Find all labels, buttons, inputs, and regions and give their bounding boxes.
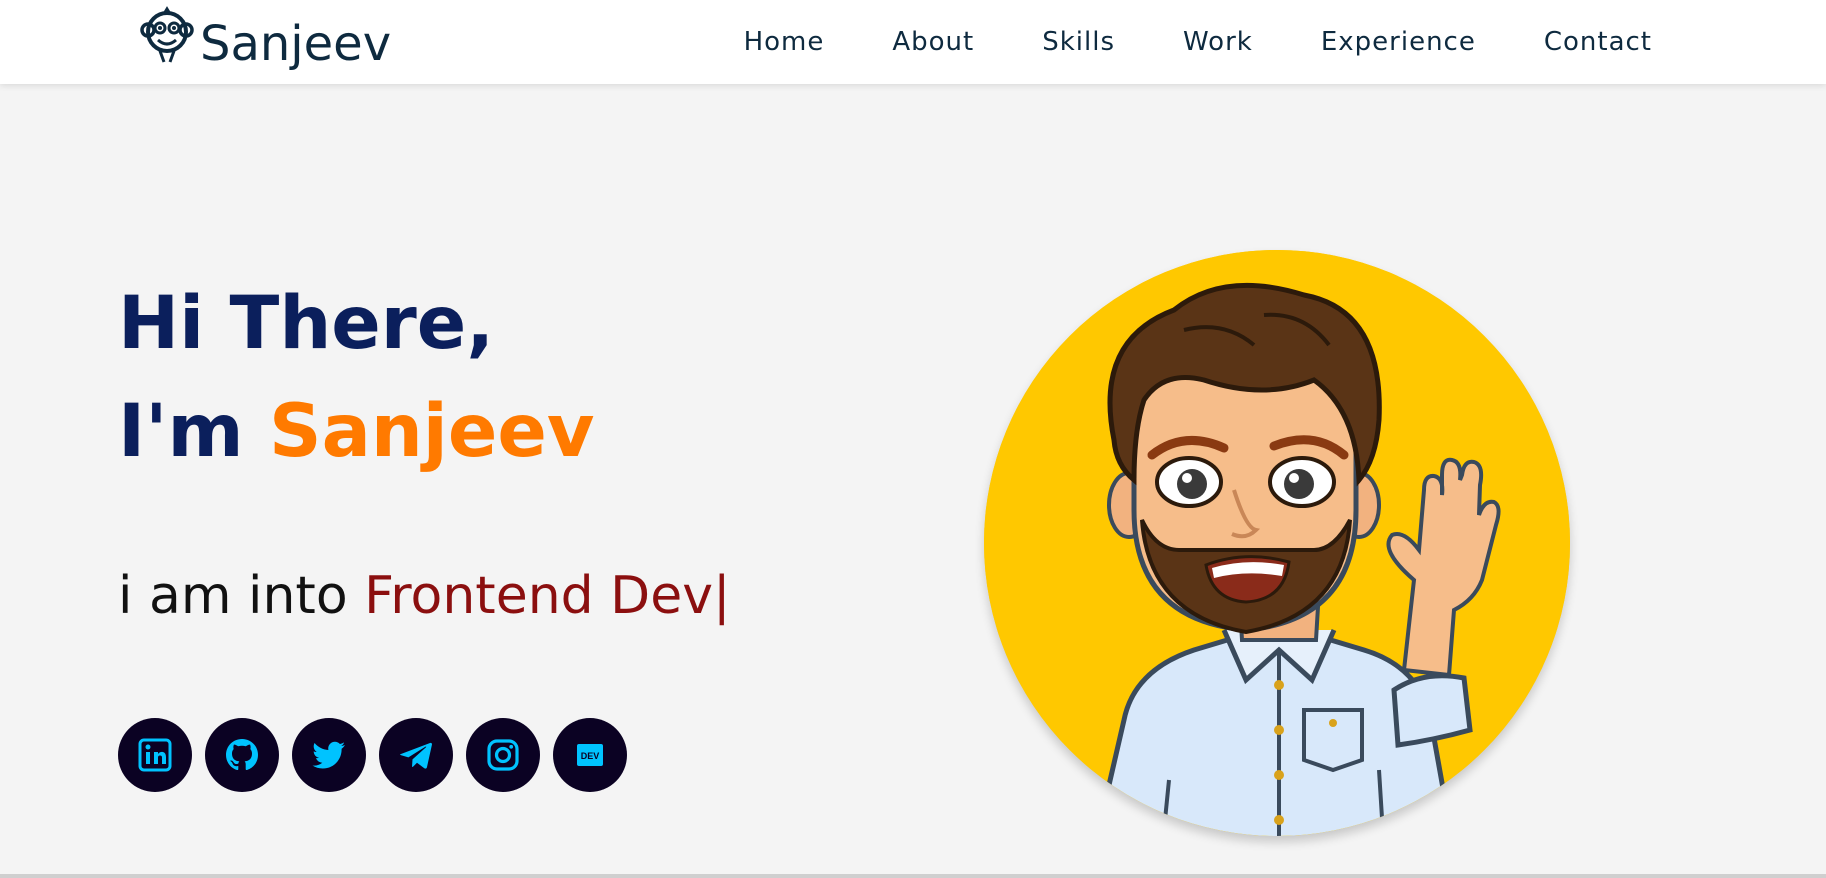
avatar-illustration <box>984 250 1570 836</box>
typing-prefix: i am into <box>118 566 365 626</box>
nav-work[interactable]: Work <box>1183 0 1253 84</box>
dev-icon-text: DEV <box>581 751 600 761</box>
twitter-icon <box>312 741 345 769</box>
dev-icon: DEV <box>577 744 603 766</box>
brand-name: Sanjeev <box>200 16 392 72</box>
social-links: DEV <box>118 718 627 792</box>
dev-button[interactable]: DEV <box>553 718 627 792</box>
main-nav: Home About Skills Work Experience Contac… <box>676 0 1652 84</box>
twitter-button[interactable] <box>292 718 366 792</box>
avatar <box>984 250 1570 836</box>
brand[interactable]: Sanjeev <box>140 6 391 76</box>
typing-cursor: | <box>713 566 731 626</box>
hero-name: Sanjeev <box>269 389 595 474</box>
hero-line-2-prefix: I'm <box>118 389 269 474</box>
page-bottom-divider <box>0 874 1826 878</box>
navbar: Sanjeev Home About Skills Work Experienc… <box>0 0 1826 84</box>
typing-role: Frontend Dev <box>364 566 713 626</box>
telegram-button[interactable] <box>379 718 453 792</box>
instagram-button[interactable] <box>466 718 540 792</box>
nav-about[interactable]: About <box>892 0 974 84</box>
nav-skills[interactable]: Skills <box>1042 0 1115 84</box>
github-button[interactable] <box>205 718 279 792</box>
hero-greeting: Hi There, I'm Sanjeev <box>118 270 594 486</box>
hero-section: Hi There, I'm Sanjeev i am into Frontend… <box>0 84 1826 874</box>
monkey-logo-icon <box>140 6 194 63</box>
github-icon <box>226 739 258 771</box>
linkedin-button[interactable] <box>118 718 192 792</box>
instagram-icon <box>487 739 519 771</box>
hero-line-2: I'm Sanjeev <box>118 378 594 486</box>
typing-text: i am into Frontend Dev| <box>118 566 731 626</box>
linkedin-icon <box>138 738 172 772</box>
nav-home[interactable]: Home <box>744 0 825 84</box>
nav-contact[interactable]: Contact <box>1544 0 1652 84</box>
hero-line-1: Hi There, <box>118 281 495 366</box>
nav-experience[interactable]: Experience <box>1321 0 1476 84</box>
telegram-icon <box>399 742 432 769</box>
